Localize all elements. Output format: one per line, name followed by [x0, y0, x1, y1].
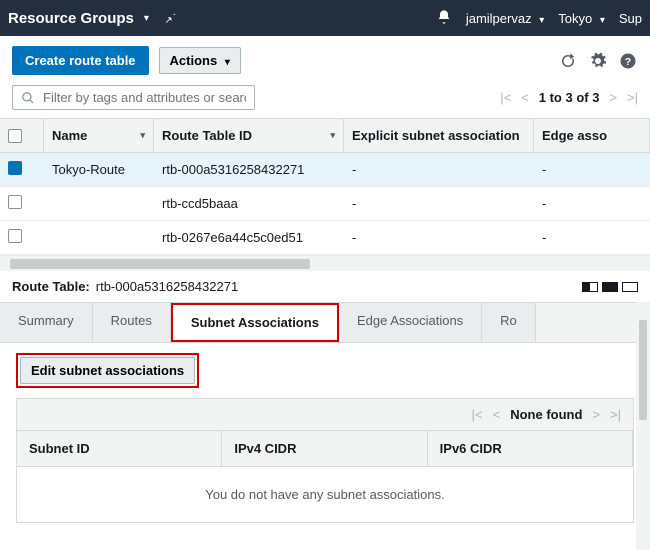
cell-explicit: - [344, 162, 534, 177]
chevron-down-icon: ▾ [144, 13, 149, 24]
search-input[interactable] [12, 85, 255, 110]
page-prev-icon[interactable]: < [521, 90, 529, 105]
cell-edge: - [534, 230, 650, 245]
help-icon[interactable]: ? [618, 51, 638, 71]
support-menu[interactable]: Sup [619, 11, 642, 26]
table-row[interactable]: rtb-ccd5baaa - - [0, 187, 650, 221]
subnet-col-id: Subnet ID [17, 431, 222, 466]
tab-edge-associations[interactable]: Edge Associations [339, 303, 482, 342]
page-next-icon[interactable]: > [609, 90, 617, 105]
route-tables-grid: Name▾ Route Table ID▾ Explicit subnet as… [0, 118, 650, 271]
subnet-col-ipv4: IPv4 CIDR [222, 431, 427, 466]
refresh-icon[interactable] [558, 51, 578, 71]
subnet-page-next-icon[interactable]: > [592, 407, 600, 422]
region-menu[interactable]: Tokyo ▾ [558, 11, 605, 26]
search-field[interactable] [43, 90, 246, 105]
cell-name: Tokyo-Route [44, 162, 154, 177]
tab-subnet-associations[interactable]: Subnet Associations [171, 303, 339, 342]
search-icon [21, 91, 35, 105]
horizontal-scrollbar[interactable] [0, 255, 650, 271]
col-edge-assoc[interactable]: Edge asso [534, 119, 650, 152]
tab-route-propagation[interactable]: Ro [482, 303, 536, 342]
actions-button[interactable]: Actions ▾ [159, 47, 241, 74]
edit-subnet-associations-button[interactable]: Edit subnet associations [20, 357, 195, 384]
table-header: Name▾ Route Table ID▾ Explicit subnet as… [0, 119, 650, 153]
detail-label: Route Table: [12, 279, 90, 294]
gear-icon[interactable] [588, 51, 608, 71]
cell-rtid: rtb-0267e6a44c5c0ed51 [154, 230, 344, 245]
create-route-table-button[interactable]: Create route table [12, 46, 149, 75]
vertical-scrollbar[interactable] [636, 302, 650, 550]
page-first-icon[interactable]: |< [500, 90, 511, 105]
subnet-page-status: None found [510, 407, 582, 422]
cell-edge: - [534, 196, 650, 211]
subnet-empty-message: You do not have any subnet associations. [17, 467, 633, 522]
cell-rtid: rtb-000a5316258432271 [154, 162, 344, 177]
col-explicit-subnet[interactable]: Explicit subnet association [344, 119, 534, 152]
svg-text:?: ? [625, 55, 631, 67]
layout-full-icon[interactable] [602, 282, 618, 292]
tab-routes[interactable]: Routes [93, 303, 171, 342]
pagination: |< < 1 to 3 of 3 > >| [500, 90, 638, 105]
table-row[interactable]: Tokyo-Route rtb-000a5316258432271 - - [0, 153, 650, 187]
tab-summary[interactable]: Summary [0, 303, 93, 342]
detail-value: rtb-000a5316258432271 [96, 279, 238, 294]
cell-explicit: - [344, 196, 534, 211]
page-last-icon[interactable]: >| [627, 90, 638, 105]
col-name[interactable]: Name▾ [44, 119, 154, 152]
subnet-page-last-icon[interactable]: >| [610, 407, 621, 422]
pin-icon[interactable] [163, 10, 177, 27]
subnet-page-prev-icon[interactable]: < [493, 407, 501, 422]
row-checkbox[interactable] [8, 195, 22, 209]
table-row[interactable]: rtb-0267e6a44c5c0ed51 - - [0, 221, 650, 255]
bell-icon[interactable] [436, 9, 452, 28]
select-all-checkbox[interactable] [8, 129, 22, 143]
subnet-col-ipv6: IPv6 CIDR [428, 431, 633, 466]
user-menu[interactable]: jamilpervaz ▾ [466, 11, 544, 26]
resource-groups-menu[interactable]: Resource Groups [8, 10, 134, 27]
col-route-table-id[interactable]: Route Table ID▾ [154, 119, 344, 152]
row-checkbox[interactable] [8, 161, 22, 175]
layout-split-icon[interactable] [582, 282, 598, 292]
layout-min-icon[interactable] [622, 282, 638, 292]
page-range: 1 to 3 of 3 [539, 90, 600, 105]
row-checkbox[interactable] [8, 229, 22, 243]
cell-rtid: rtb-ccd5baaa [154, 196, 344, 211]
cell-edge: - [534, 162, 650, 177]
subnet-page-first-icon[interactable]: |< [472, 407, 483, 422]
cell-explicit: - [344, 230, 534, 245]
